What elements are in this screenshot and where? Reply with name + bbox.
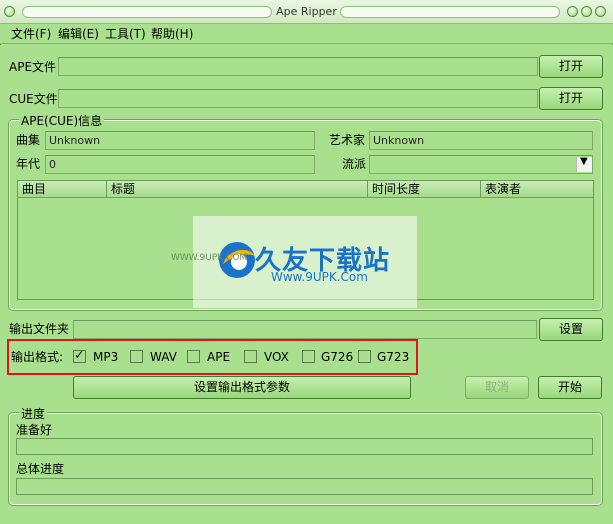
watermark-url-small: WWW.9UPK.COM <box>171 253 248 263</box>
ape-open-button[interactable]: 打开 <box>539 55 603 78</box>
output-folder-label: 输出文件夹 <box>9 322 70 336</box>
menu-edit[interactable]: 编辑(E) <box>58 26 99 42</box>
menu-help[interactable]: 帮助(H) <box>151 26 193 42</box>
current-progress-bar <box>16 438 593 455</box>
format-g723-label[interactable]: G723 <box>377 350 409 364</box>
output-folder-input[interactable] <box>73 320 537 339</box>
cue-file-input[interactable] <box>58 89 538 108</box>
ape-file-label: APE文件 <box>9 60 57 74</box>
column-header-performer[interactable]: 表演者 <box>481 181 593 198</box>
overall-progress-label: 总体进度 <box>16 462 65 476</box>
format-ape-label[interactable]: APE <box>207 350 230 364</box>
progress-status: 准备好 <box>16 423 53 437</box>
genre-dropdown-button[interactable]: ▼ <box>576 156 592 172</box>
minimize-icon[interactable] <box>567 6 578 17</box>
format-wav-label[interactable]: WAV <box>150 350 177 364</box>
watermark: 久友下载站 Www.9UPK.Com WWW.9UPK.COM <box>171 216 417 308</box>
start-button[interactable]: 开始 <box>538 376 602 399</box>
year-label: 年代 <box>16 157 41 171</box>
cancel-button[interactable]: 取消 <box>465 376 529 399</box>
ape-file-input[interactable] <box>58 57 538 76</box>
genre-select[interactable] <box>369 155 593 174</box>
window-title: Ape Ripper <box>276 5 337 18</box>
output-set-button[interactable]: 设置 <box>539 318 603 341</box>
artist-input[interactable]: Unknown <box>369 131 593 150</box>
genre-label: 流派 <box>342 157 367 171</box>
info-group-title: APE(CUE)信息 <box>19 114 105 128</box>
output-format-label: 输出格式: <box>11 350 64 364</box>
format-mp3-label[interactable]: MP3 <box>93 350 118 364</box>
overall-progress-bar <box>16 478 593 495</box>
format-g726-checkbox[interactable] <box>302 350 315 363</box>
column-header-title[interactable]: 标题 <box>107 181 368 198</box>
maximize-icon[interactable] <box>581 6 592 17</box>
format-vox-checkbox[interactable] <box>244 350 257 363</box>
format-vox-label[interactable]: VOX <box>264 350 289 364</box>
format-mp3-checkbox[interactable] <box>73 348 86 363</box>
menu-file[interactable]: 文件(F) <box>11 26 51 42</box>
year-input[interactable]: 0 <box>45 155 315 174</box>
progress-group-title: 进度 <box>19 407 48 421</box>
album-label: 曲集 <box>16 133 41 147</box>
cue-file-label: CUE文件 <box>9 92 58 106</box>
format-ape-checkbox[interactable] <box>187 350 200 363</box>
close-icon[interactable] <box>595 6 606 17</box>
column-header-track[interactable]: 曲目 <box>18 181 107 198</box>
menu-tools[interactable]: 工具(T) <box>105 26 146 42</box>
column-header-duration[interactable]: 时间长度 <box>368 181 481 198</box>
watermark-url: Www.9UPK.Com <box>271 270 368 284</box>
format-wav-checkbox[interactable] <box>130 350 143 363</box>
set-format-params-button[interactable]: 设置输出格式参数 <box>73 376 411 399</box>
chevron-down-icon: ▼ <box>580 156 588 167</box>
cue-open-button[interactable]: 打开 <box>539 87 603 110</box>
format-g726-label[interactable]: G726 <box>321 350 353 364</box>
format-g723-checkbox[interactable] <box>358 350 371 363</box>
album-input[interactable]: Unknown <box>45 131 315 150</box>
artist-label: 艺术家 <box>329 133 366 147</box>
